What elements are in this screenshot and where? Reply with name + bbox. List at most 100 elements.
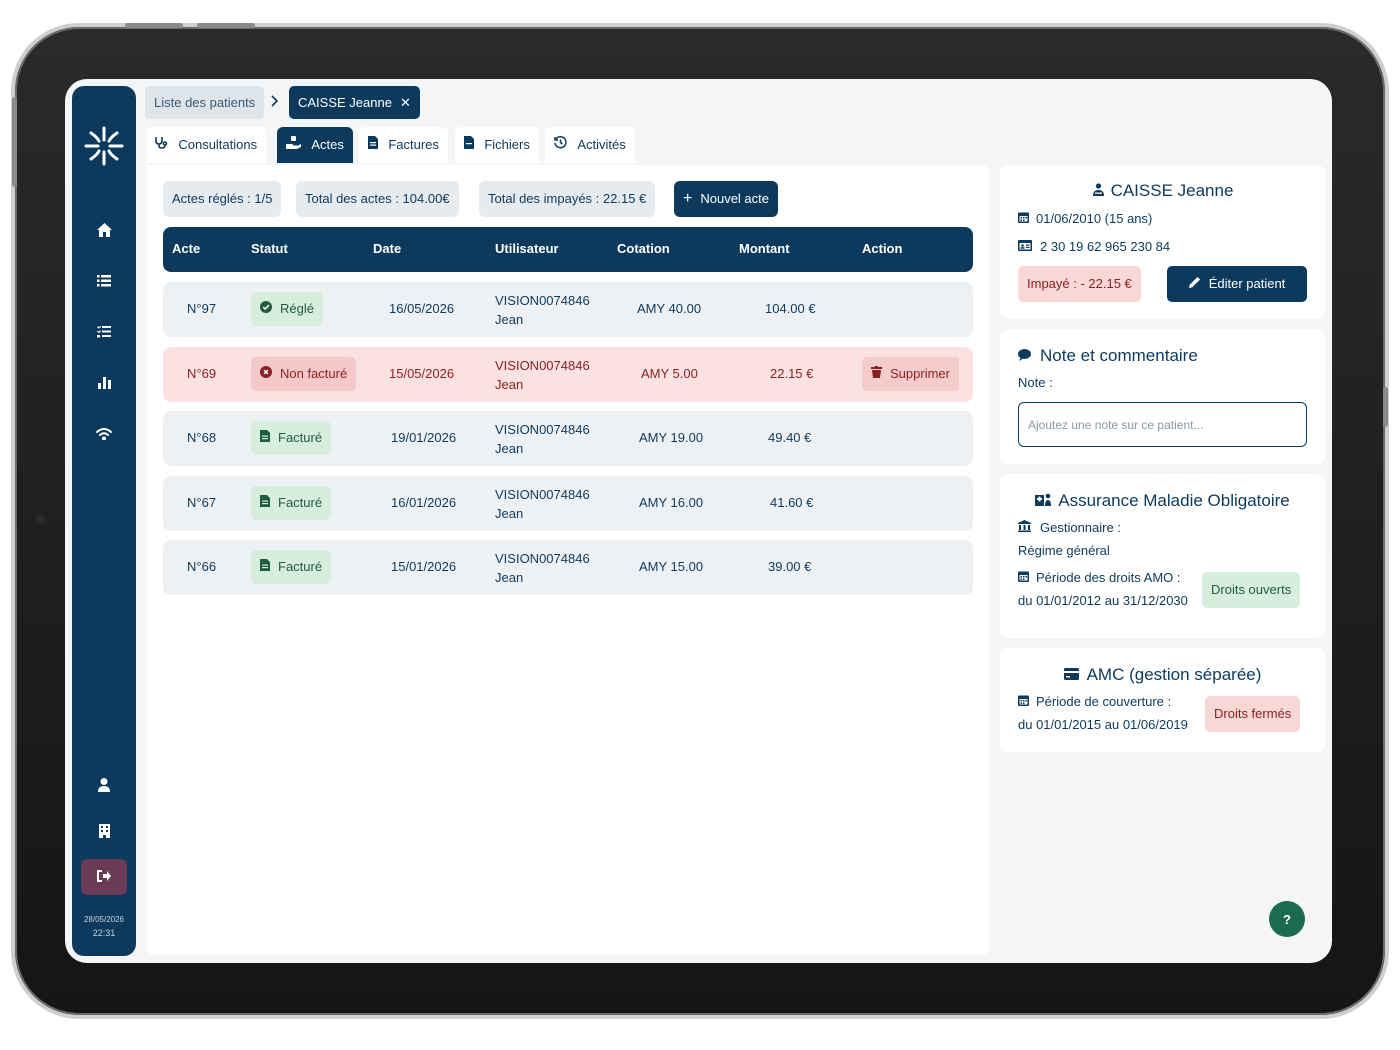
status-label: Facturé [278, 430, 323, 445]
status-badge: Réglé [251, 292, 323, 326]
checklist-icon[interactable] [88, 316, 120, 348]
tablet-button-side-2 [1383, 387, 1388, 427]
status-label: Non facturé [280, 366, 348, 381]
table-row[interactable]: N°97 Réglé 16/05/2026 VISION0074846 Jean … [163, 282, 973, 337]
amc-title: AMC (gestion séparée) [1086, 665, 1262, 684]
sidebar-date: 28/05/2026 [83, 915, 125, 924]
tab-consultations[interactable]: Consultations [146, 127, 267, 163]
close-icon[interactable]: ✕ [400, 95, 411, 110]
user-id: VISION0074846 [495, 358, 590, 373]
status-label: Facturé [278, 495, 323, 510]
check-circle-icon [260, 292, 272, 326]
cell-utilisateur: VISION0074846 Jean [495, 291, 590, 329]
cell-acte: N°66 [187, 559, 217, 574]
impaye-badge: Impayé : - 22.15 € [1018, 266, 1141, 302]
note-input[interactable] [1018, 402, 1307, 447]
amo-periode-label: Période des droits AMO : [1036, 570, 1181, 585]
table-row[interactable]: N°68 Facturé 19/01/2026 VISION0074846 Jea… [163, 411, 973, 466]
breadcrumb-current-patient[interactable]: CAISSE Jeanne ✕ [289, 86, 420, 119]
amc-periode-value: du 01/01/2015 au 01/06/2019 [1018, 717, 1188, 732]
col-montant[interactable]: Montant [739, 241, 790, 256]
note-title-row: Note et commentaire [1018, 346, 1198, 366]
note-card: Note et commentaire Note : [1000, 329, 1325, 464]
amo-periode-row: Période des droits AMO : [1018, 570, 1181, 585]
amc-periode-label: Période de couverture : [1036, 694, 1172, 709]
app-logo-icon [82, 124, 126, 168]
help-button[interactable]: ? [1269, 901, 1305, 937]
cell-cotation: AMY 5.00 [641, 366, 698, 381]
tab-fichiers[interactable]: Fichiers [455, 127, 539, 163]
cell-cotation: AMY 19.00 [639, 430, 704, 445]
home-icon[interactable] [88, 214, 120, 246]
col-cotation[interactable]: Cotation [617, 241, 670, 256]
cell-montant: 41.60 € [770, 495, 814, 510]
tab-activites[interactable]: Activités [545, 127, 635, 163]
tablet-button-top-2 [197, 23, 255, 28]
delete-label: Supprimer [890, 366, 950, 381]
cell-utilisateur: VISION0074846 Jean [495, 549, 590, 587]
building-icon[interactable] [88, 815, 120, 847]
table-row[interactable]: N°69 Non facturé 15/05/2026 VISION007484… [163, 347, 973, 402]
amc-status-badge: Droits fermés [1205, 696, 1301, 732]
cell-acte: N°67 [187, 495, 217, 510]
amo-gestionnaire-label: Gestionnaire : [1040, 520, 1121, 535]
amo-card: Assurance Maladie Obligatoire Gestionnai… [1000, 474, 1325, 638]
status-badge: Facturé [251, 486, 332, 520]
cell-montant: 104.00 € [765, 301, 816, 316]
table-row[interactable]: N°66 Facturé 15/01/2026 VISION0074846 Jea… [163, 540, 973, 595]
patient-ssn-row: 2 30 19 62 965 230 84 [1018, 239, 1170, 254]
comment-icon [1018, 349, 1040, 364]
table-row[interactable]: N°67 Facturé 16/01/2026 VISION0074846 Jea… [163, 476, 973, 531]
cell-acte: N°97 [187, 301, 217, 316]
patient-name-row: CAISSE Jeanne [1000, 181, 1325, 201]
patient-birth: 01/06/2010 (15 ans) [1036, 211, 1153, 226]
user-firstname: Jean [495, 441, 524, 456]
credit-card-icon [1063, 665, 1079, 685]
cell-utilisateur: VISION0074846 Jean [495, 485, 590, 523]
breadcrumb-patient-list[interactable]: Liste des patients [145, 86, 265, 119]
id-card-icon [1018, 240, 1040, 254]
user-injured-icon [1092, 181, 1105, 201]
sidebar-time: 22:31 [92, 928, 116, 938]
calendar-icon [1018, 211, 1036, 226]
bank-icon [1018, 520, 1040, 535]
logout-button[interactable] [81, 859, 127, 895]
cell-montant: 49.40 € [768, 430, 812, 445]
patient-ssn: 2 30 19 62 965 230 84 [1040, 239, 1171, 254]
amo-title: Assurance Maladie Obligatoire [1058, 491, 1290, 510]
note-title: Note et commentaire [1040, 346, 1198, 365]
delete-button[interactable]: Supprimer [862, 357, 959, 391]
app-screen: 28/05/2026 22:31 Liste des patients CAIS… [65, 79, 1332, 963]
amo-gestionnaire-row: Gestionnaire : [1018, 520, 1121, 535]
user-id: VISION0074846 [495, 487, 590, 502]
status-label: Réglé [280, 301, 314, 316]
hand-medical-icon [286, 136, 304, 152]
trash-icon [871, 357, 882, 391]
edit-patient-button[interactable]: Éditer patient [1167, 266, 1307, 302]
breadcrumb-chevron-icon [270, 86, 279, 119]
amo-gestionnaire-value: Régime général [1018, 543, 1110, 558]
new-acte-button[interactable]: + Nouvel acte [674, 181, 778, 217]
col-utilisateur[interactable]: Utilisateur [495, 241, 559, 256]
cell-acte: N°69 [187, 366, 217, 381]
patient-card: CAISSE Jeanne 01/06/2010 (15 ans) 2 30 1… [1000, 165, 1325, 319]
cell-cotation: AMY 40.00 [637, 301, 702, 316]
chart-icon[interactable] [88, 367, 120, 399]
amc-title-row: AMC (gestion séparée) [1000, 665, 1325, 685]
list-icon[interactable] [88, 265, 120, 297]
col-statut[interactable]: Statut [251, 241, 288, 256]
amo-title-row: Assurance Maladie Obligatoire [1000, 491, 1325, 511]
user-firstname: Jean [495, 506, 524, 521]
tab-label: Activités [577, 137, 626, 152]
cell-cotation: AMY 15.00 [639, 559, 704, 574]
breadcrumb-current-label: CAISSE Jeanne [298, 95, 392, 110]
user-id: VISION0074846 [495, 551, 590, 566]
wifi-icon[interactable] [88, 418, 120, 450]
pencil-icon [1188, 266, 1201, 302]
tab-factures[interactable]: Factures [359, 127, 448, 163]
tab-actes[interactable]: Actes [277, 127, 353, 163]
user-icon[interactable] [88, 769, 120, 801]
col-date[interactable]: Date [373, 241, 401, 256]
cell-date: 16/05/2026 [389, 301, 455, 316]
amc-card: AMC (gestion séparée) Période de couvert… [1000, 648, 1325, 752]
